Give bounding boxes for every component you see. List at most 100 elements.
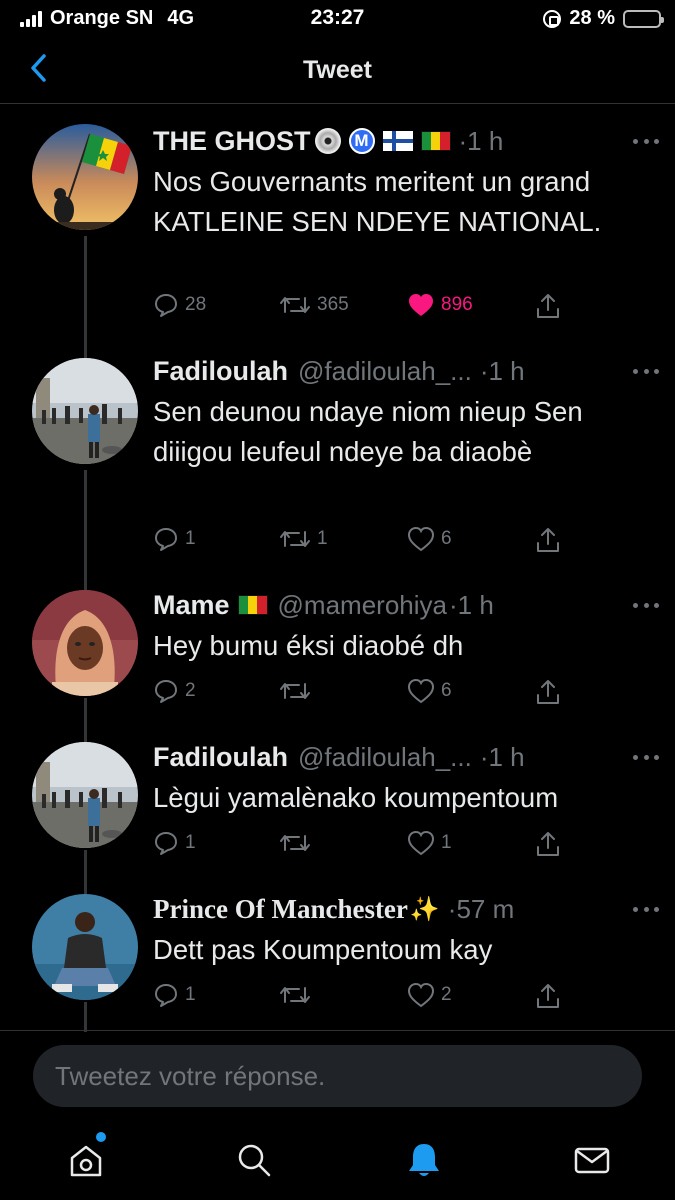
tweet-time: ·1 h bbox=[458, 125, 504, 156]
retweet-button[interactable]: 365 bbox=[279, 292, 349, 318]
tab-messages[interactable] bbox=[570, 1138, 614, 1182]
like-button[interactable]: 2 bbox=[407, 982, 452, 1008]
tweet-reply[interactable]: Fadiloulah @fadiloulah_... ·1 h Lègui ya… bbox=[0, 740, 675, 898]
handle[interactable]: @fadiloulah_... bbox=[298, 356, 472, 387]
tweet-actions: 1 1 6 bbox=[153, 526, 573, 558]
finland-flag-icon bbox=[382, 131, 413, 151]
share-button[interactable] bbox=[535, 678, 561, 706]
reply-count: 1 bbox=[185, 528, 196, 549]
like-button[interactable]: 1 bbox=[407, 830, 452, 856]
tab-bar bbox=[0, 1120, 675, 1200]
reply-input[interactable] bbox=[33, 1045, 642, 1107]
like-button[interactable]: 6 bbox=[407, 526, 452, 552]
reply-icon bbox=[155, 680, 177, 703]
heart-icon bbox=[407, 526, 435, 552]
avatar[interactable] bbox=[32, 894, 138, 1000]
status-bar: Orange SN 4G 23:27 28 % bbox=[0, 0, 675, 36]
display-name[interactable]: Fadiloulah bbox=[153, 742, 288, 773]
reply-composer bbox=[0, 1030, 675, 1120]
avatar[interactable] bbox=[32, 358, 138, 464]
thread-line bbox=[84, 236, 87, 344]
display-name[interactable]: THE GHOST bbox=[153, 126, 311, 157]
tweet-reply[interactable]: Mame @mamerohiya ·1 h Hey bumu éksi diao… bbox=[0, 588, 675, 750]
retweet-icon bbox=[280, 683, 310, 699]
tweet-time: ·1 h bbox=[479, 355, 525, 386]
reply-button[interactable]: 1 bbox=[153, 526, 196, 552]
tweet-actions: 1 2 bbox=[153, 982, 573, 1014]
thread-line bbox=[84, 1002, 87, 1032]
handle[interactable]: @mamerohiya bbox=[278, 590, 447, 621]
retweet-icon bbox=[280, 835, 310, 851]
retweet-button[interactable] bbox=[279, 678, 317, 704]
tweet-time: ·57 m bbox=[447, 893, 515, 924]
reply-button[interactable]: 1 bbox=[153, 830, 196, 856]
share-button[interactable] bbox=[535, 292, 561, 320]
search-icon bbox=[238, 1144, 271, 1177]
retweet-count: 1 bbox=[317, 528, 328, 549]
like-count: 6 bbox=[441, 528, 452, 549]
tweet-header: Fadiloulah @fadiloulah_... ·1 h bbox=[153, 354, 655, 388]
reply-button[interactable]: 1 bbox=[153, 982, 196, 1008]
tab-notifications[interactable] bbox=[402, 1138, 446, 1182]
like-count: 896 bbox=[441, 294, 473, 315]
like-button[interactable]: 896 bbox=[407, 292, 473, 318]
tweet-actions: 2 6 bbox=[153, 678, 573, 710]
share-button[interactable] bbox=[535, 526, 561, 554]
avatar[interactable] bbox=[32, 124, 138, 230]
tweet-text: Dett pas Koumpentoum kay bbox=[153, 934, 493, 965]
tweet-text: Hey bumu éksi diaobé dh bbox=[153, 630, 464, 661]
retweet-icon bbox=[280, 987, 310, 1003]
more-options-icon[interactable] bbox=[631, 742, 661, 772]
like-button[interactable]: 6 bbox=[407, 678, 452, 704]
display-name[interactable]: Prince Of Manchester bbox=[153, 894, 408, 925]
retweet-button[interactable] bbox=[279, 830, 317, 856]
share-icon bbox=[537, 680, 559, 704]
heart-icon bbox=[407, 678, 435, 704]
heart-filled-icon bbox=[409, 294, 433, 316]
tab-home[interactable] bbox=[64, 1132, 108, 1182]
more-options-icon[interactable] bbox=[631, 126, 661, 156]
retweet-count: 365 bbox=[317, 294, 349, 315]
display-name[interactable]: Fadiloulah bbox=[153, 356, 288, 387]
reply-button[interactable]: 2 bbox=[153, 678, 196, 704]
tweet-text: Lègui yamalènako koumpentoum bbox=[153, 782, 559, 813]
avatar[interactable] bbox=[32, 590, 138, 696]
reply-count: 2 bbox=[185, 680, 196, 701]
like-count: 1 bbox=[441, 832, 452, 853]
tweet-text: Nos Gouvernants meritent un grand KATLEI… bbox=[153, 166, 602, 237]
avatar[interactable] bbox=[32, 742, 138, 848]
handle[interactable]: @fadiloulah_... bbox=[298, 742, 472, 773]
more-options-icon[interactable] bbox=[631, 590, 661, 620]
more-options-icon[interactable] bbox=[631, 894, 661, 924]
retweet-icon bbox=[280, 531, 310, 547]
more-options-icon[interactable] bbox=[631, 356, 661, 386]
orientation-lock-icon bbox=[543, 9, 562, 28]
heart-icon bbox=[407, 982, 435, 1008]
display-name[interactable]: Mame bbox=[153, 590, 230, 621]
reply-button[interactable]: 28 bbox=[153, 292, 206, 318]
tweet-reply[interactable]: Prince Of Manchester ✨ ·57 m Dett pas Ko… bbox=[0, 892, 675, 1032]
share-icon bbox=[537, 294, 559, 318]
tab-search[interactable] bbox=[232, 1138, 276, 1182]
share-button[interactable] bbox=[535, 982, 561, 1010]
avatar-street-protest bbox=[32, 742, 138, 848]
heart-icon bbox=[407, 830, 435, 856]
reply-icon bbox=[155, 294, 177, 317]
tweet-actions: 1 1 bbox=[153, 830, 573, 862]
reply-count: 28 bbox=[185, 294, 207, 315]
share-icon bbox=[537, 832, 559, 856]
avatar-woman-hijab bbox=[32, 590, 138, 696]
thread-line bbox=[84, 334, 87, 358]
retweet-button[interactable] bbox=[279, 982, 317, 1008]
senegal-flag-icon bbox=[237, 595, 268, 615]
tweet-reply[interactable]: Fadiloulah @fadiloulah_... ·1 h Sen deun… bbox=[0, 334, 675, 590]
battery-percent: 28 % bbox=[569, 7, 615, 29]
reply-count: 1 bbox=[185, 832, 196, 853]
senegal-flag-icon bbox=[420, 131, 451, 151]
retweet-button[interactable]: 1 bbox=[279, 526, 328, 552]
tweet-main[interactable]: THE GHOST M ·1 h Nos Gouvernants meriten… bbox=[0, 124, 675, 344]
thread-line bbox=[84, 470, 87, 590]
avatar-man-sitting bbox=[32, 894, 138, 1000]
share-button[interactable] bbox=[535, 830, 561, 858]
reply-icon bbox=[155, 832, 177, 855]
